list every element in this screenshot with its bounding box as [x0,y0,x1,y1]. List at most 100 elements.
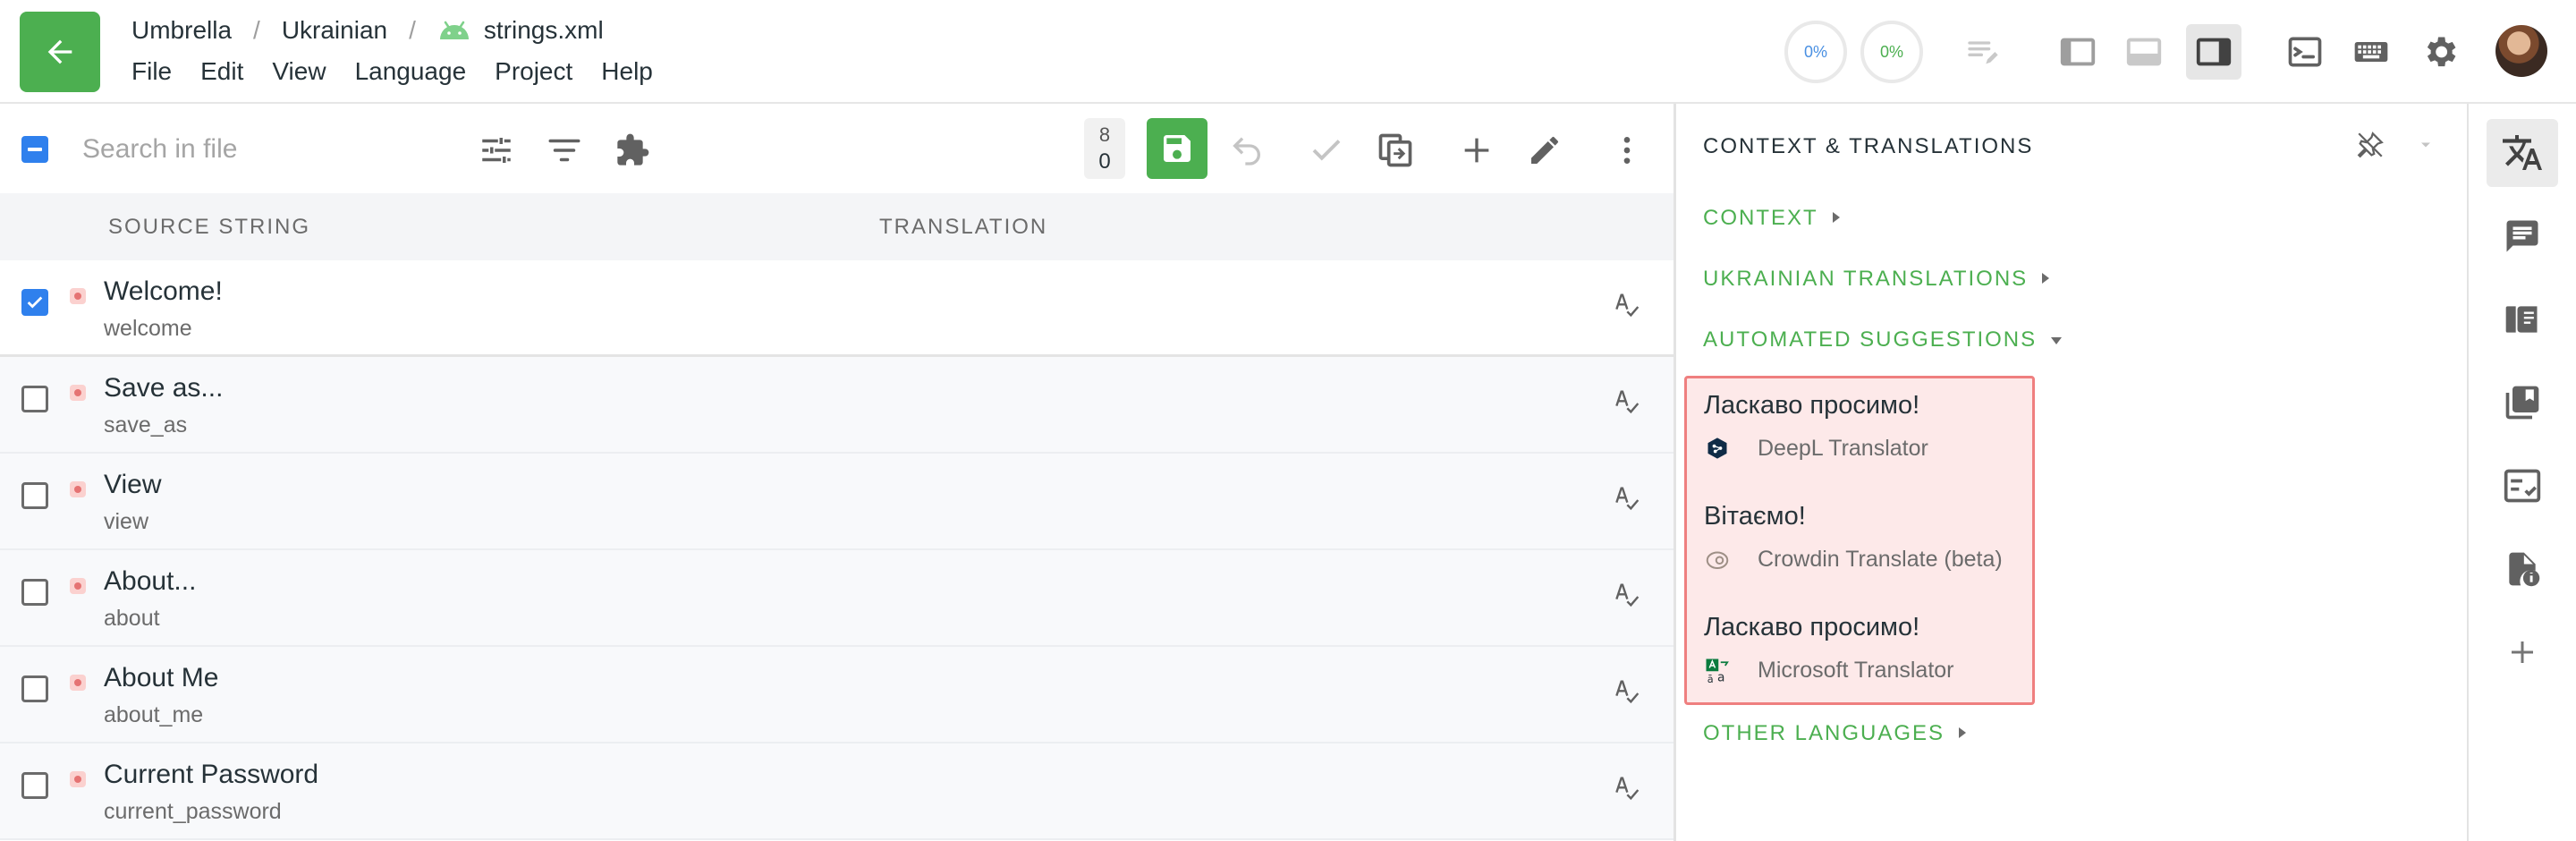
row-checkbox[interactable] [21,675,48,702]
string-row[interactable]: Save as... save_as [0,357,1674,454]
row-checkbox[interactable] [21,579,48,606]
back-button[interactable] [20,12,100,92]
add-string-button[interactable] [1452,125,1502,175]
section-other-languages[interactable]: OTHER LANGUAGES [1703,721,1968,746]
string-row[interactable]: About... about [0,550,1674,647]
plus-icon [2512,641,2533,663]
copy-source-icon [1378,133,1412,167]
terminal-button[interactable] [2277,24,2333,80]
spellcheck-icon[interactable] [1610,577,1642,609]
layout-sidebar-button[interactable] [2050,24,2106,80]
tab-translations[interactable] [2487,119,2558,187]
string-row[interactable]: About Me about_me [0,647,1674,743]
save-button[interactable] [1147,118,1208,179]
suggestion-item[interactable]: Вітаємо! Crowdin Translate (beta) [1704,502,2035,573]
filter-icon [548,139,580,162]
keyboard-shortcuts-button[interactable] [2343,24,2399,80]
caret-right-icon [1957,721,1968,746]
layout-right-button[interactable] [2186,24,2241,80]
context-panel: CONTEXT & TRANSLATIONS CONTEXT UKRAINIAN… [1676,104,2467,841]
strings-editor: 8 0 SOURCE STRING TRANSLATION [0,104,1674,841]
menu-language[interactable]: Language [355,57,467,86]
pencil-icon [1531,137,1558,164]
edit-string-button[interactable] [1520,125,1570,175]
row-checkbox[interactable] [21,386,48,412]
tab-comments[interactable] [2487,202,2558,270]
section-ukrainian-translations[interactable]: UKRAINIAN TRANSLATIONS [1703,267,2051,292]
breadcrumb-project[interactable]: Umbrella [131,16,232,45]
breadcrumb-language[interactable]: Ukrainian [282,16,387,45]
suggestion-item[interactable]: Ласкаво просимо! DeepL Translator [1704,391,2035,462]
svg-text:a: a [1717,671,1724,684]
more-options-button[interactable] [1602,125,1652,175]
row-checkbox[interactable] [21,482,48,509]
caret-right-icon [2040,267,2051,292]
pin-button[interactable] [2352,127,2388,163]
edit-list-icon [1968,41,1998,64]
caret-down-icon [2049,327,2063,353]
spellcheck-icon[interactable] [1610,674,1642,706]
approve-button[interactable] [1301,125,1352,175]
layout-bottom-button[interactable] [2116,24,2172,80]
editor-toolbar: 8 0 [0,104,1674,193]
menu-project[interactable]: Project [495,57,572,86]
edit-mode-button[interactable] [1955,24,2011,80]
section-context[interactable]: CONTEXT [1703,206,1842,231]
tab-file-info[interactable] [2487,535,2558,603]
search-input[interactable] [82,127,422,172]
section-automated-suggestions[interactable]: AUTOMATED SUGGESTIONS [1703,327,2063,353]
spellcheck-icon[interactable] [1610,287,1642,319]
android-icon [437,20,471,41]
untranslated-status-icon [70,578,86,594]
comment-icon [2506,220,2538,252]
string-row[interactable]: View view [0,454,1674,550]
suggestion-item[interactable]: Ласкаво просимо! aā Microsoft Translator [1704,613,2035,684]
column-translation: TRANSLATION [879,215,1048,239]
menu-bar: File Edit View Language Project Help [131,54,682,89]
filter-button[interactable] [539,125,589,175]
menu-help[interactable]: Help [601,57,653,86]
add-tab-button[interactable] [2487,618,2558,686]
menu-view[interactable]: View [272,57,326,86]
deepl-icon [1704,435,1731,462]
suggestions-list: Ласкаво просимо! DeepL Translator Вітаєм… [1684,376,2035,705]
menu-file[interactable]: File [131,57,172,86]
spellcheck-icon[interactable] [1610,770,1642,803]
source-text: Welcome! [104,276,223,306]
spellcheck-icon[interactable] [1610,384,1642,416]
undo-button[interactable] [1222,125,1272,175]
string-row[interactable]: Current Password current_password [0,743,1674,840]
counter-selected: 0 [1098,149,1111,174]
suggestion-text: Вітаємо! [1704,502,1806,531]
spellcheck-icon[interactable] [1610,480,1642,513]
string-key: welcome [104,316,192,341]
copy-source-button[interactable] [1370,125,1420,175]
book-open-icon [2505,306,2538,333]
select-all-checkbox[interactable] [21,136,48,163]
tab-glossary[interactable] [2487,285,2558,353]
puzzle-icon [617,133,649,166]
context-collapse-button[interactable] [2415,134,2436,156]
suggestion-source: Microsoft Translator [1758,657,1954,683]
string-key: current_password [104,799,282,824]
menu-edit[interactable]: Edit [200,57,243,86]
search-options-button[interactable] [471,125,521,175]
more-vertical-icon [1623,137,1631,164]
layout-bottom-panel-icon [2126,38,2162,66]
settings-button[interactable] [2412,24,2468,80]
user-avatar[interactable] [2496,25,2547,77]
untranslated-status-icon [70,771,86,787]
breadcrumb-file[interactable]: strings.xml [484,16,604,45]
row-checkbox[interactable] [21,772,48,799]
tab-qa-checks[interactable] [2487,452,2558,520]
string-key: view [104,509,149,534]
suggestion-source: Crowdin Translate (beta) [1758,546,2003,572]
row-checkbox[interactable] [21,289,48,316]
approval-progress[interactable]: 0% [1860,21,1923,83]
tab-translation-memory[interactable] [2487,369,2558,437]
source-text: View [104,470,162,499]
translation-progress[interactable]: 0% [1784,21,1847,83]
translate-icon [2503,135,2542,170]
apps-button[interactable] [607,125,657,175]
string-row[interactable]: Welcome! welcome [0,260,1674,357]
